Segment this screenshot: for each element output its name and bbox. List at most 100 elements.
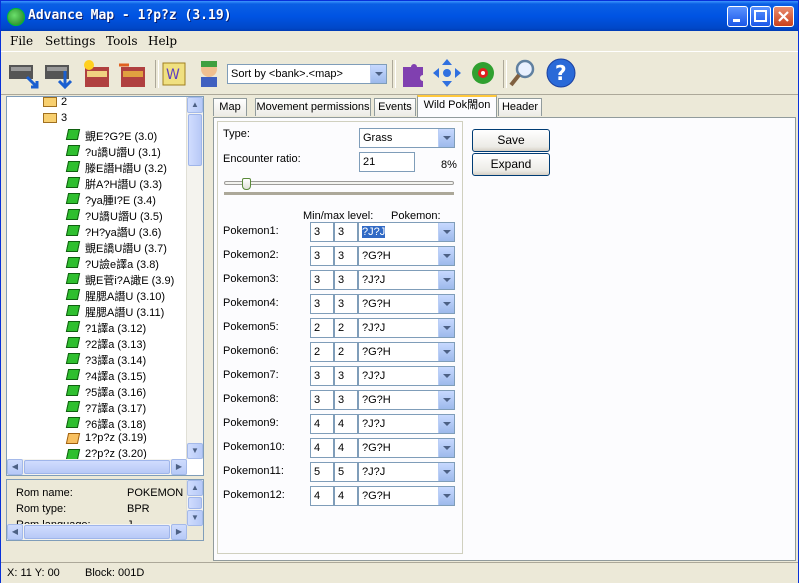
- scroll-right-icon[interactable]: ▶: [171, 459, 187, 475]
- minimize-button[interactable]: [727, 6, 748, 27]
- worldmap-icon[interactable]: W: [159, 57, 191, 89]
- scroll-thumb[interactable]: [24, 525, 170, 539]
- menu-settings[interactable]: Settings: [45, 34, 95, 48]
- min-level-input[interactable]: 3: [310, 246, 334, 266]
- chevron-down-icon[interactable]: [438, 223, 454, 241]
- slider-thumb[interactable]: [242, 178, 252, 190]
- encounter-ratio-input[interactable]: 21: [359, 152, 415, 172]
- pokemon-select[interactable]: ?G?H: [358, 294, 455, 314]
- pokemon-select[interactable]: ?J?J: [358, 462, 455, 482]
- menu-help[interactable]: Help: [148, 34, 177, 48]
- chevron-down-icon[interactable]: [438, 487, 454, 505]
- min-level-input[interactable]: 2: [310, 342, 334, 362]
- max-level-input[interactable]: 2: [334, 318, 358, 338]
- encounter-ratio-slider[interactable]: [222, 178, 456, 196]
- chevron-down-icon[interactable]: [438, 295, 454, 313]
- tree-horizontal-scrollbar[interactable]: ◀ ▶: [7, 459, 187, 475]
- scroll-thumb[interactable]: [24, 460, 170, 474]
- menu-file[interactable]: File: [10, 34, 33, 48]
- pokemon-select[interactable]: ?J?J: [358, 318, 455, 338]
- chevron-down-icon[interactable]: [438, 319, 454, 337]
- min-level-input[interactable]: 5: [310, 462, 334, 482]
- min-level-input[interactable]: 3: [310, 294, 334, 314]
- chevron-down-icon[interactable]: [438, 463, 454, 481]
- scroll-right-icon[interactable]: ▶: [171, 524, 187, 540]
- min-level-input[interactable]: 3: [310, 366, 334, 386]
- pokemon-select[interactable]: ?G?H: [358, 390, 455, 410]
- tab-header[interactable]: Header: [498, 98, 542, 116]
- pokemon-select[interactable]: ?G?H: [358, 246, 455, 266]
- min-level-input[interactable]: 3: [310, 270, 334, 290]
- chevron-down-icon[interactable]: [438, 367, 454, 385]
- max-level-input[interactable]: 4: [334, 486, 358, 506]
- chevron-down-icon[interactable]: [438, 343, 454, 361]
- scroll-down-icon[interactable]: ▼: [187, 510, 203, 526]
- chevron-down-icon[interactable]: [438, 415, 454, 433]
- puzzle-icon[interactable]: [397, 57, 429, 89]
- tab-events[interactable]: Events: [374, 98, 416, 116]
- scroll-up-icon[interactable]: ▲: [187, 480, 203, 496]
- maximize-button[interactable]: [750, 6, 771, 27]
- save-rom-icon[interactable]: [43, 57, 75, 89]
- max-level-input[interactable]: 4: [334, 438, 358, 458]
- close-button[interactable]: [773, 6, 794, 27]
- chevron-down-icon[interactable]: [438, 129, 454, 147]
- pokemon-select[interactable]: ?G?H: [358, 438, 455, 458]
- max-level-input[interactable]: 3: [334, 390, 358, 410]
- load-rom-icon[interactable]: [7, 57, 39, 89]
- sort-select[interactable]: Sort by <bank>.<map>: [227, 64, 387, 84]
- move-arrows-icon[interactable]: [431, 57, 463, 89]
- help-icon[interactable]: ?: [545, 57, 577, 89]
- scroll-left-icon[interactable]: ◀: [7, 524, 23, 540]
- pokemon-select[interactable]: ?J?J: [358, 414, 455, 434]
- max-level-input[interactable]: 3: [334, 222, 358, 242]
- chevron-down-icon[interactable]: [438, 247, 454, 265]
- info-horizontal-scrollbar[interactable]: ◀ ▶: [7, 524, 187, 540]
- min-level-input[interactable]: 4: [310, 414, 334, 434]
- max-level-input[interactable]: 5: [334, 462, 358, 482]
- max-level-input[interactable]: 3: [334, 246, 358, 266]
- min-level-input[interactable]: 4: [310, 486, 334, 506]
- type-select[interactable]: Grass: [359, 128, 455, 148]
- scroll-thumb[interactable]: [188, 497, 202, 509]
- save-button[interactable]: Save: [472, 129, 550, 152]
- pokemon-select[interactable]: ?J?J: [358, 222, 455, 242]
- info-vertical-scrollbar[interactable]: ▲ ▼: [186, 480, 203, 526]
- import-map-icon[interactable]: [117, 57, 149, 89]
- chevron-down-icon[interactable]: [438, 391, 454, 409]
- pokemon-select[interactable]: ?J?J: [358, 366, 455, 386]
- max-level-input[interactable]: 3: [334, 366, 358, 386]
- tree-item-label: 覬E譑U譖U (3.7): [85, 243, 167, 255]
- max-level-input[interactable]: 4: [334, 414, 358, 434]
- tab-map[interactable]: Map: [213, 98, 247, 116]
- expand-button[interactable]: Expand: [472, 153, 550, 176]
- tree-vertical-scrollbar[interactable]: ▲ ▼: [186, 97, 203, 459]
- max-level-input[interactable]: 3: [334, 294, 358, 314]
- min-level-input[interactable]: 4: [310, 438, 334, 458]
- trainer-sprite-icon[interactable]: [193, 57, 225, 89]
- max-level-input[interactable]: 2: [334, 342, 358, 362]
- min-level-input[interactable]: 3: [310, 222, 334, 242]
- scroll-left-icon[interactable]: ◀: [7, 459, 23, 475]
- tab-movement-permissions[interactable]: Movement permissions: [255, 98, 371, 116]
- chevron-down-icon[interactable]: [438, 439, 454, 457]
- chevron-down-icon[interactable]: [370, 65, 386, 83]
- chevron-down-icon[interactable]: [438, 271, 454, 289]
- menu-tools[interactable]: Tools: [106, 34, 138, 48]
- pokemon-select[interactable]: ?G?H: [358, 486, 455, 506]
- max-level-input[interactable]: 3: [334, 270, 358, 290]
- panel-splitter[interactable]: [206, 96, 210, 561]
- scroll-thumb[interactable]: [188, 114, 202, 166]
- scroll-down-icon[interactable]: ▼: [187, 443, 203, 459]
- title-bar[interactable]: Advance Map - 1?p?z (3.19): [1, 1, 798, 31]
- min-level-input[interactable]: 2: [310, 318, 334, 338]
- pokemon-select[interactable]: ?G?H: [358, 342, 455, 362]
- pokemon-select[interactable]: ?J?J: [358, 270, 455, 290]
- open-map-icon[interactable]: [81, 57, 113, 89]
- gear-icon[interactable]: [467, 57, 499, 89]
- tab-wild-pokemon[interactable]: Wild Pok閙on: [417, 95, 497, 117]
- scroll-up-icon[interactable]: ▲: [187, 97, 203, 113]
- min-level-input[interactable]: 3: [310, 390, 334, 410]
- map-tree[interactable]: 2 3 覬E?G?E (3.0) ?u譑U譖U (3.1) 滕E譖H譖U (3.2) 腁A…: [6, 96, 204, 476]
- search-icon[interactable]: [507, 57, 539, 89]
